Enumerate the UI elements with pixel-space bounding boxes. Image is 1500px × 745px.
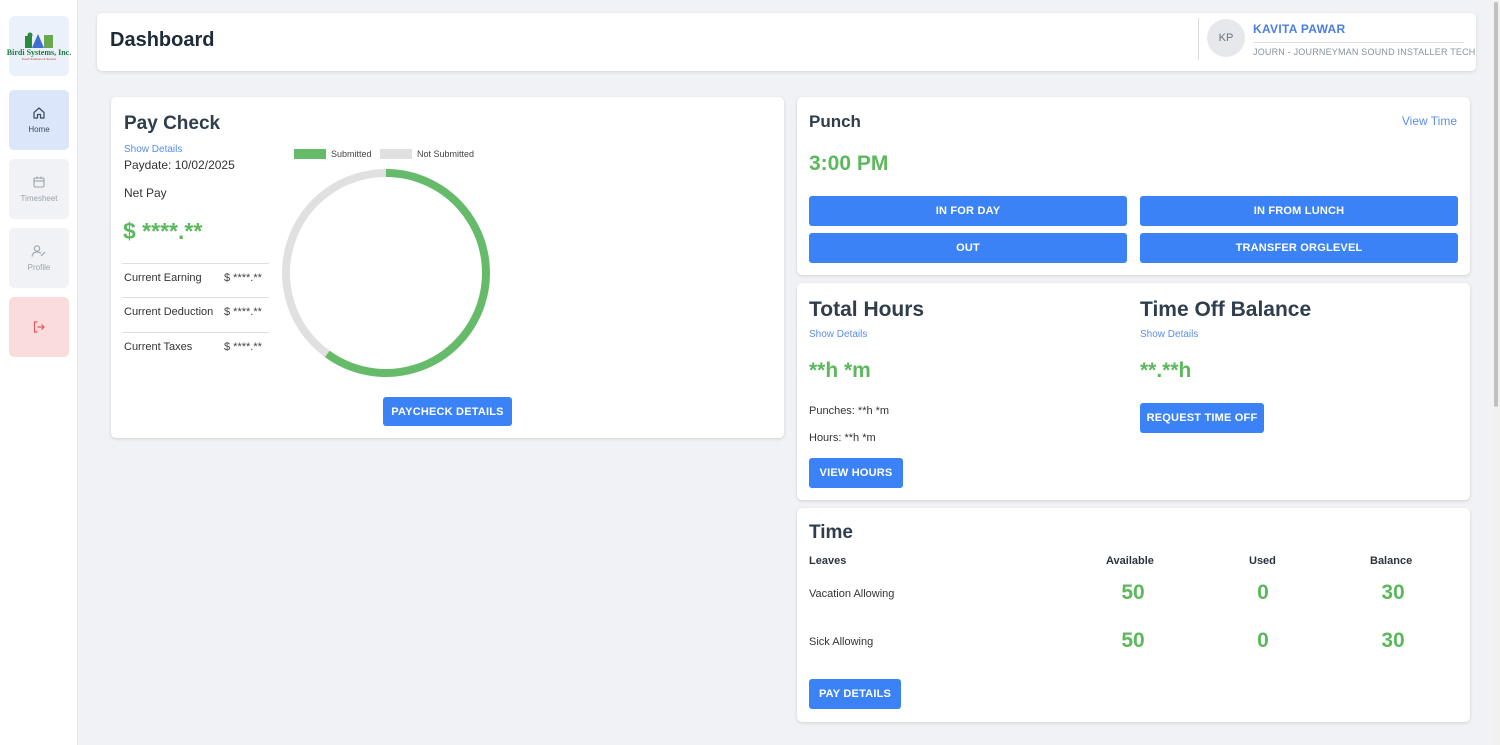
legend-submitted: Submitted xyxy=(294,149,372,159)
total-hours-title: Total Hours xyxy=(809,298,925,321)
logo-graphic-icon xyxy=(25,32,53,48)
punch-time: 3:00 PM xyxy=(809,152,889,175)
user-name[interactable]: KAVITA PAWAR xyxy=(1253,22,1346,36)
current-deduction-value: $ ****.** xyxy=(224,306,262,318)
legend-swatch-not-submitted xyxy=(380,149,412,159)
paycheck-details-button[interactable]: PAYCHECK DETAILS xyxy=(383,397,512,426)
in-from-lunch-button[interactable]: IN FROM LUNCH xyxy=(1140,196,1458,226)
used-value: 0 xyxy=(1257,581,1269,604)
divider xyxy=(122,297,269,298)
time-off-title: Time Off Balance xyxy=(1140,298,1312,321)
donut-slice-submitted xyxy=(324,169,490,377)
header-divider xyxy=(1198,18,1199,60)
legend-swatch-submitted xyxy=(294,149,326,159)
logo-tagline: Fresh Solutions & Service xyxy=(21,56,57,61)
net-pay-label: Net Pay xyxy=(124,186,167,200)
sidebar-item-timesheet[interactable]: Timesheet xyxy=(9,159,69,219)
sidebar-item-label: Timesheet xyxy=(20,194,58,203)
logout-icon xyxy=(33,321,45,333)
hours-text: Hours: **h *m xyxy=(809,432,876,444)
punch-card: Punch View Time 3:00 PM IN FOR DAY IN FR… xyxy=(797,97,1470,275)
punch-title: Punch xyxy=(809,112,861,131)
user-icon xyxy=(31,245,46,257)
view-hours-button[interactable]: VIEW HOURS xyxy=(809,458,903,488)
transfer-orglevel-button[interactable]: TRANSFER ORGLEVEL xyxy=(1140,233,1458,263)
hours-card: Total Hours Show Details **h *m Punches:… xyxy=(797,283,1470,500)
leave-name: Sick Allowing xyxy=(809,636,874,648)
donut-slice-not-submitted xyxy=(282,169,387,358)
legend-label-not-submitted: Not Submitted xyxy=(417,149,475,159)
view-time-link[interactable]: View Time xyxy=(1402,114,1457,128)
paycheck-show-details-link[interactable]: Show Details xyxy=(124,144,182,155)
user-role: JOURN - JOURNEYMAN SOUND INSTALLER TECH xyxy=(1253,47,1476,57)
divider xyxy=(122,263,269,264)
total-hours-value: **h *m xyxy=(809,359,871,382)
sidebar-item-home[interactable]: Home xyxy=(9,90,69,150)
sidebar: Birdi Systems, Inc. Fresh Solutions & Se… xyxy=(0,0,78,745)
time-card: Time Leaves Available Used Balance Vacat… xyxy=(797,508,1470,722)
request-time-off-button[interactable]: REQUEST TIME OFF xyxy=(1140,403,1264,433)
paycheck-donut-chart xyxy=(282,169,490,377)
time-off-value: **.**h xyxy=(1140,359,1192,382)
paydate: Paydate: 10/02/2025 xyxy=(124,158,235,172)
header-leaves: Leaves xyxy=(809,555,847,567)
page-title: Dashboard xyxy=(110,29,215,51)
available-value: 50 xyxy=(1121,581,1145,604)
current-earning-value: $ ****.** xyxy=(224,272,262,284)
current-earning-label: Current Earning xyxy=(124,272,202,284)
current-taxes-label: Current Taxes xyxy=(124,341,193,353)
used-value: 0 xyxy=(1257,629,1269,652)
top-header: Dashboard KP KAVITA PAWAR JOURN - JOURNE… xyxy=(97,13,1476,71)
legend-not-submitted: Not Submitted xyxy=(380,149,474,159)
current-earning-row: Current Earning $ ****.** xyxy=(124,272,269,284)
pay-details-button[interactable]: PAY DETAILS xyxy=(809,679,901,709)
sidebar-item-label: Home xyxy=(28,125,50,134)
scrollbar-thumb[interactable] xyxy=(1494,2,1498,407)
current-deduction-row: Current Deduction $ ****.** xyxy=(124,306,269,318)
calendar-icon xyxy=(33,176,45,188)
sidebar-item-profile[interactable]: Profile xyxy=(9,228,69,288)
avatar[interactable]: KP xyxy=(1207,19,1245,57)
header-available: Available xyxy=(1106,555,1154,567)
in-for-day-button[interactable]: IN FOR DAY xyxy=(809,196,1127,226)
balance-value: 30 xyxy=(1381,581,1405,604)
net-pay-value: $ ****.** xyxy=(123,218,203,244)
header-balance: Balance xyxy=(1370,555,1413,567)
total-hours-show-details-link[interactable]: Show Details xyxy=(809,329,867,340)
leave-name: Vacation Allowing xyxy=(809,588,895,600)
time-title: Time xyxy=(809,522,854,543)
home-icon xyxy=(33,107,45,119)
legend-label-submitted: Submitted xyxy=(331,149,372,159)
sidebar-item-logout[interactable] xyxy=(9,297,69,357)
current-deduction-label: Current Deduction xyxy=(124,306,214,318)
time-off-show-details-link[interactable]: Show Details xyxy=(1140,329,1198,340)
punches-text: Punches: **h *m xyxy=(809,405,890,417)
out-button[interactable]: OUT xyxy=(809,233,1127,263)
company-logo[interactable]: Birdi Systems, Inc. Fresh Solutions & Se… xyxy=(6,16,72,76)
user-divider xyxy=(1253,42,1464,43)
balance-value: 30 xyxy=(1381,629,1405,652)
logo-name: Birdi Systems, Inc. xyxy=(6,47,72,57)
current-taxes-row: Current Taxes $ ****.** xyxy=(124,341,269,353)
paycheck-card: Pay Check Show Details Paydate: 10/02/20… xyxy=(111,97,784,438)
sidebar-item-label: Profile xyxy=(27,263,51,272)
divider xyxy=(122,332,269,333)
page-scrollbar[interactable] xyxy=(1492,0,1500,745)
header-used: Used xyxy=(1249,555,1276,567)
available-value: 50 xyxy=(1121,629,1145,652)
current-taxes-value: $ ****.** xyxy=(224,341,262,353)
paycheck-title: Pay Check xyxy=(124,113,221,134)
